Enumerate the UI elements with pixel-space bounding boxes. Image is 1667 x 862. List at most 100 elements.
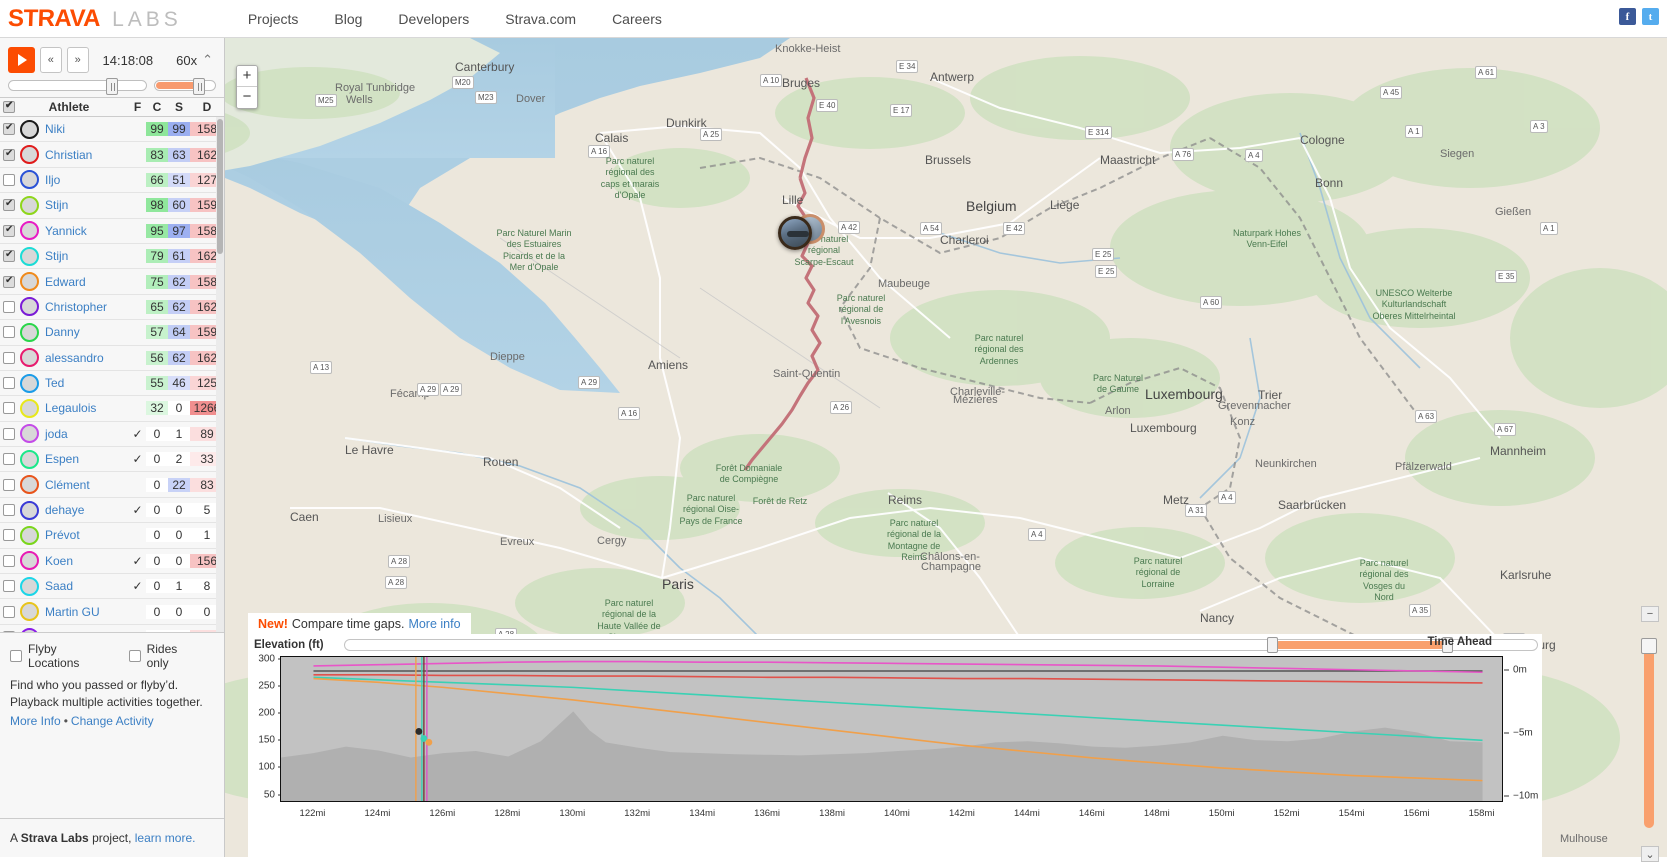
athlete-name[interactable]: Edward xyxy=(39,275,129,289)
table-row[interactable]: Clément 0 22 83 xyxy=(0,472,224,498)
athlete-checkbox[interactable] xyxy=(3,377,15,390)
column-header-d[interactable]: D xyxy=(190,100,224,114)
athlete-name[interactable]: Clément xyxy=(39,478,129,492)
athlete-name[interactable]: Gareth xyxy=(39,630,129,632)
athlete-list-scroll-thumb[interactable] xyxy=(217,119,223,254)
nav-item-projects[interactable]: Projects xyxy=(230,0,317,38)
logo[interactable]: STRAVA LABS xyxy=(0,5,182,33)
speed-slider[interactable] xyxy=(154,78,216,95)
athlete-name[interactable]: Niki xyxy=(39,122,129,136)
athlete-checkbox[interactable] xyxy=(3,300,15,313)
banner-more-info-link[interactable]: More info xyxy=(408,617,460,631)
elevation-range-handle-left[interactable] xyxy=(1266,637,1278,653)
vertical-slider-handle[interactable] xyxy=(1641,638,1657,654)
flyby-locations-checkbox[interactable] xyxy=(10,650,22,662)
athlete-map-marker[interactable] xyxy=(778,216,812,250)
column-header-f[interactable]: F xyxy=(129,100,146,114)
athlete-checkbox[interactable] xyxy=(3,122,15,136)
athlete-checkbox[interactable] xyxy=(3,198,15,212)
rides-only-filter[interactable]: Rides only xyxy=(128,642,202,670)
table-row[interactable]: Stijn7961162 xyxy=(0,244,224,270)
vertical-slider-track[interactable] xyxy=(1644,642,1654,828)
vertical-slider-collapse-down[interactable]: ⌄ xyxy=(1641,846,1659,862)
column-header-s[interactable]: S xyxy=(168,100,190,114)
rewind-button[interactable]: « xyxy=(39,47,62,73)
athlete-name[interactable]: alessandro xyxy=(39,351,129,365)
elevation-range-slider[interactable] xyxy=(343,637,1538,653)
nav-item-strava-com[interactable]: Strava.com xyxy=(487,0,594,38)
vertical-zoom-slider[interactable]: − ⌄ xyxy=(1641,606,1659,862)
table-row[interactable]: alessandro 56 62 162 xyxy=(0,346,224,371)
collapse-panel-icon[interactable]: ⌃ xyxy=(202,52,216,68)
athlete-name[interactable]: Danny xyxy=(39,325,129,339)
rides-only-checkbox[interactable] xyxy=(128,650,141,662)
change-activity-link[interactable]: Change Activity xyxy=(71,714,154,728)
athlete-name[interactable]: Iljo xyxy=(39,173,129,187)
athlete-name[interactable]: Christian xyxy=(39,148,129,162)
athlete-name[interactable]: Prévot xyxy=(39,528,129,542)
athlete-checkbox[interactable] xyxy=(3,529,15,542)
vertical-slider-collapse-up[interactable]: − xyxy=(1641,606,1659,622)
table-row[interactable]: Prévot 0 0 1 xyxy=(0,523,224,549)
fast-forward-button[interactable]: » xyxy=(66,47,89,73)
athlete-name[interactable]: Yannick xyxy=(39,224,129,238)
athlete-name[interactable]: dehaye xyxy=(39,503,129,517)
athlete-checkbox[interactable] xyxy=(3,427,15,440)
athlete-checkbox[interactable] xyxy=(3,554,15,567)
twitter-icon[interactable]: t xyxy=(1642,8,1659,25)
athlete-name[interactable]: Stijn xyxy=(39,249,129,263)
athlete-name[interactable]: joda xyxy=(39,427,129,441)
table-row[interactable]: Edward7562158 xyxy=(0,269,224,295)
athlete-checkbox[interactable] xyxy=(3,504,15,517)
athlete-checkbox[interactable] xyxy=(3,224,15,237)
facebook-icon[interactable]: f xyxy=(1619,8,1636,25)
athlete-checkbox[interactable] xyxy=(3,148,15,161)
play-button[interactable] xyxy=(8,47,35,73)
table-row[interactable]: dehaye ✓ 0 0 5 xyxy=(0,498,224,524)
table-row[interactable]: Danny 57 64 159 xyxy=(0,320,224,346)
timeline-slider-handle[interactable] xyxy=(106,78,118,95)
select-all-checkbox[interactable] xyxy=(3,100,15,113)
table-row[interactable]: Christian8363162 xyxy=(0,142,224,168)
athlete-name[interactable]: Saad xyxy=(39,579,129,593)
elevation-chart[interactable]: 300 250 200 150 100 50 122mi 124mi 126mi 128mi 13… xyxy=(248,653,1542,856)
athlete-checkbox[interactable] xyxy=(3,478,15,491)
athlete-list[interactable]: Niki9999158Christian8363162Iljo6651127St… xyxy=(0,117,224,632)
table-row[interactable]: Ted 55 46 125 xyxy=(0,371,224,397)
table-row[interactable]: Martin GU 0 0 0 xyxy=(0,599,224,625)
athlete-checkbox[interactable] xyxy=(3,351,15,364)
nav-item-developers[interactable]: Developers xyxy=(380,0,487,38)
athlete-checkbox[interactable] xyxy=(3,326,15,339)
table-row[interactable]: Stijn9860159 xyxy=(0,193,224,219)
table-row[interactable]: joda ✓ 0 1 89 xyxy=(0,422,224,448)
athlete-name[interactable]: Martin GU xyxy=(39,605,129,619)
athlete-name[interactable]: Koen xyxy=(39,554,129,568)
table-row[interactable]: Legaulois 32 0 1266 xyxy=(0,396,224,422)
athlete-checkbox[interactable] xyxy=(3,402,15,415)
athlete-checkbox[interactable] xyxy=(3,453,15,466)
athlete-name[interactable]: Legaulois xyxy=(39,401,129,415)
nav-item-careers[interactable]: Careers xyxy=(594,0,680,38)
athlete-checkbox[interactable] xyxy=(3,275,15,288)
athlete-name[interactable]: Stijn xyxy=(39,198,129,212)
more-info-link[interactable]: More Info xyxy=(10,714,61,728)
athlete-checkbox[interactable] xyxy=(3,580,15,593)
table-row[interactable]: Niki9999158 xyxy=(0,117,224,143)
athlete-checkbox[interactable] xyxy=(3,249,15,263)
table-row[interactable]: Christopher 65 62 162 xyxy=(0,295,224,321)
table-row[interactable]: Koen ✓ 0 0 156 xyxy=(0,549,224,575)
table-row[interactable]: Espen ✓ 0 2 33 xyxy=(0,447,224,473)
zoom-out-button[interactable]: − xyxy=(237,87,257,108)
athlete-name[interactable]: Christopher xyxy=(39,300,129,314)
learn-more-link[interactable]: learn more. xyxy=(135,831,196,845)
athlete-checkbox[interactable] xyxy=(3,605,15,618)
flyby-locations-filter[interactable]: Flyby Locations xyxy=(10,642,111,670)
table-row[interactable]: Gareth✓0034 xyxy=(0,625,224,632)
table-row[interactable]: Iljo 66 51 127 xyxy=(0,168,224,194)
table-row[interactable]: Saad ✓ 0 1 8 xyxy=(0,574,224,600)
athlete-name[interactable]: Ted xyxy=(39,376,129,390)
athlete-name[interactable]: Espen xyxy=(39,452,129,466)
athlete-checkbox[interactable] xyxy=(3,173,15,186)
timeline-slider[interactable] xyxy=(8,78,147,95)
nav-item-blog[interactable]: Blog xyxy=(316,0,380,38)
